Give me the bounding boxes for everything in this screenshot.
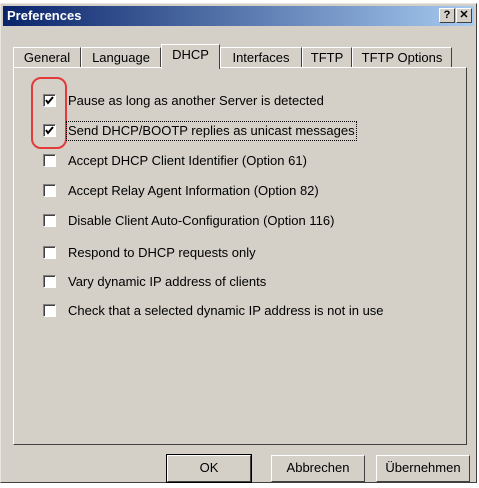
option-label: Respond to DHCP requests only [68, 245, 256, 260]
option-label: Send DHCP/BOOTP replies as unicast messa… [66, 121, 357, 141]
preferences-dialog: Preferences ? ✕ General Language DHCP In… [0, 3, 477, 483]
option-label: Disable Client Auto-Configuration (Optio… [68, 213, 335, 228]
checkbox-unchecked[interactable] [43, 154, 56, 167]
ok-button[interactable]: OK [166, 454, 252, 483]
checkbox-unchecked[interactable] [43, 275, 56, 288]
tab-dhcp[interactable]: DHCP [161, 44, 220, 69]
option-label: Vary dynamic IP address of clients [68, 274, 267, 289]
window-title: Preferences [7, 8, 82, 23]
title-bar[interactable]: Preferences ? ✕ [3, 6, 474, 26]
checkbox-unchecked[interactable] [43, 246, 56, 259]
checkbox-unchecked[interactable] [43, 304, 56, 317]
cancel-button[interactable]: Abbrechen [271, 455, 365, 482]
apply-button[interactable]: Übernehmen [376, 455, 470, 482]
checkbox-unchecked[interactable] [43, 184, 56, 197]
checkmark-icon [45, 126, 54, 135]
tab-language[interactable]: Language [81, 47, 161, 67]
tab-interfaces[interactable]: Interfaces [220, 47, 302, 67]
option-label: Pause as long as another Server is detec… [68, 93, 324, 108]
checkbox-checked[interactable] [43, 124, 56, 137]
tab-general[interactable]: General [13, 47, 81, 67]
option-label: Accept Relay Agent Information (Option 8… [68, 183, 319, 198]
tab-tftp[interactable]: TFTP [302, 47, 352, 67]
checkbox-unchecked[interactable] [43, 214, 56, 227]
option-label: Accept DHCP Client Identifier (Option 61… [68, 153, 307, 168]
checkmark-icon [45, 96, 54, 105]
checkbox-checked[interactable] [43, 94, 56, 107]
highlight-ring [31, 77, 67, 149]
close-button[interactable]: ✕ [456, 8, 472, 23]
option-label: Check that a selected dynamic IP address… [68, 303, 384, 318]
tab-tftp-options[interactable]: TFTP Options [352, 47, 452, 67]
help-button[interactable]: ? [439, 8, 455, 23]
